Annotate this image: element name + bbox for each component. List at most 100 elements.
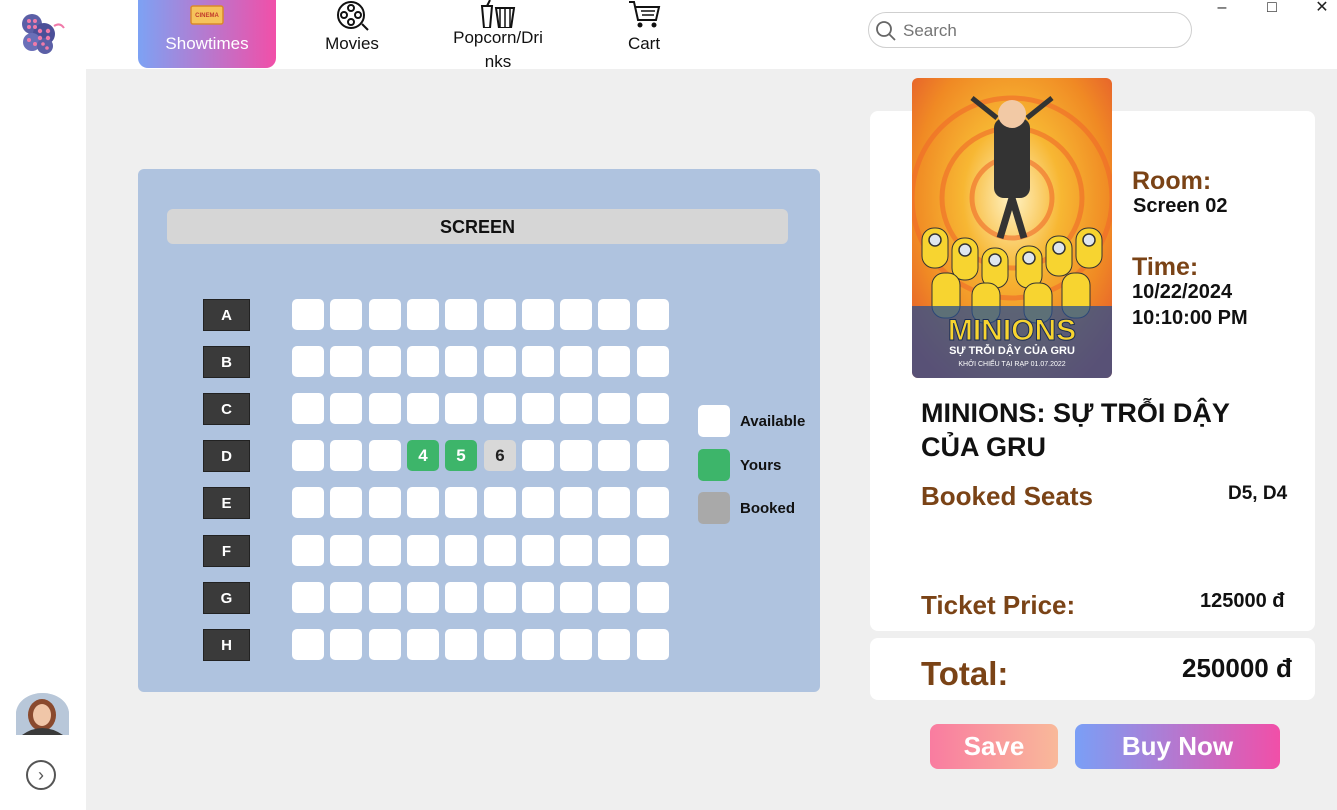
seat-b8[interactable]	[560, 346, 592, 377]
maximize-button[interactable]: □	[1262, 0, 1282, 18]
seat-d5[interactable]: 5	[445, 440, 477, 471]
seat-c9[interactable]	[598, 393, 630, 424]
chevron-right-circle-icon[interactable]: ›	[26, 760, 56, 790]
seat-g8[interactable]	[560, 582, 592, 613]
close-button[interactable]: ✕	[1312, 0, 1332, 18]
seat-d6[interactable]: 6	[484, 440, 516, 471]
seat-d3[interactable]	[369, 440, 401, 471]
seat-c1[interactable]	[292, 393, 324, 424]
seat-b3[interactable]	[369, 346, 401, 377]
seat-g3[interactable]	[369, 582, 401, 613]
seat-e8[interactable]	[560, 487, 592, 518]
seat-b7[interactable]	[522, 346, 554, 377]
seat-f7[interactable]	[522, 535, 554, 566]
seat-c3[interactable]	[369, 393, 401, 424]
seat-b10[interactable]	[637, 346, 669, 377]
seat-f9[interactable]	[598, 535, 630, 566]
seat-g9[interactable]	[598, 582, 630, 613]
seat-g7[interactable]	[522, 582, 554, 613]
movie-title: MINIONS: SỰ TRỖI DẬY CỦA GRU	[921, 398, 1230, 462]
user-avatar[interactable]	[16, 693, 69, 735]
seat-a10[interactable]	[637, 299, 669, 330]
seat-f8[interactable]	[560, 535, 592, 566]
seat-b4[interactable]	[407, 346, 439, 377]
seat-g2[interactable]	[330, 582, 362, 613]
seat-e6[interactable]	[484, 487, 516, 518]
save-button[interactable]: Save	[930, 724, 1058, 769]
seat-f10[interactable]	[637, 535, 669, 566]
seat-f5[interactable]	[445, 535, 477, 566]
seat-a1[interactable]	[292, 299, 324, 330]
search-input[interactable]	[901, 19, 1175, 43]
legend-available-swatch	[698, 405, 730, 437]
seat-f6[interactable]	[484, 535, 516, 566]
seat-a7[interactable]	[522, 299, 554, 330]
seat-c8[interactable]	[560, 393, 592, 424]
seat-h3[interactable]	[369, 629, 401, 660]
seat-h7[interactable]	[522, 629, 554, 660]
seat-a8[interactable]	[560, 299, 592, 330]
seat-e3[interactable]	[369, 487, 401, 518]
tab-label: Showtimes	[165, 34, 249, 53]
seat-f4[interactable]	[407, 535, 439, 566]
seat-h9[interactable]	[598, 629, 630, 660]
seat-g1[interactable]	[292, 582, 324, 613]
seat-e2[interactable]	[330, 487, 362, 518]
seat-h1[interactable]	[292, 629, 324, 660]
seat-b1[interactable]	[292, 346, 324, 377]
seat-a2[interactable]	[330, 299, 362, 330]
tab-label: Movies	[325, 34, 379, 53]
seat-c5[interactable]	[445, 393, 477, 424]
seat-c4[interactable]	[407, 393, 439, 424]
seat-h8[interactable]	[560, 629, 592, 660]
seat-h5[interactable]	[445, 629, 477, 660]
seat-d1[interactable]	[292, 440, 324, 471]
row-label-h: H	[203, 629, 250, 661]
seat-e9[interactable]	[598, 487, 630, 518]
seat-g4[interactable]	[407, 582, 439, 613]
seat-c7[interactable]	[522, 393, 554, 424]
seat-a4[interactable]	[407, 299, 439, 330]
seat-b6[interactable]	[484, 346, 516, 377]
seat-c2[interactable]	[330, 393, 362, 424]
seat-d8[interactable]	[560, 440, 592, 471]
tab-cart[interactable]: Cart	[590, 0, 698, 68]
tab-movies[interactable]: Movies	[300, 0, 404, 68]
seat-f3[interactable]	[369, 535, 401, 566]
tab-showtimes[interactable]: CINEMA Showtimes	[138, 0, 276, 68]
tab-popcorn-drinks[interactable]: Popcorn/Dri nks	[430, 0, 566, 71]
seat-e4[interactable]	[407, 487, 439, 518]
seat-d9[interactable]	[598, 440, 630, 471]
seat-a9[interactable]	[598, 299, 630, 330]
seat-g10[interactable]	[637, 582, 669, 613]
seat-b9[interactable]	[598, 346, 630, 377]
seat-d10[interactable]	[637, 440, 669, 471]
seat-h4[interactable]	[407, 629, 439, 660]
buy-now-button[interactable]: Buy Now	[1075, 724, 1280, 769]
search-box[interactable]	[868, 12, 1192, 48]
seat-c10[interactable]	[637, 393, 669, 424]
seat-e7[interactable]	[522, 487, 554, 518]
seat-f2[interactable]	[330, 535, 362, 566]
seat-b5[interactable]	[445, 346, 477, 377]
seat-f1[interactable]	[292, 535, 324, 566]
seat-d4[interactable]: 4	[407, 440, 439, 471]
seat-a5[interactable]	[445, 299, 477, 330]
seat-a3[interactable]	[369, 299, 401, 330]
seat-b2[interactable]	[330, 346, 362, 377]
total-label: Total:	[921, 655, 1009, 692]
seat-g5[interactable]	[445, 582, 477, 613]
row-label-g: G	[203, 582, 250, 614]
seat-h2[interactable]	[330, 629, 362, 660]
seat-g6[interactable]	[484, 582, 516, 613]
seat-h6[interactable]	[484, 629, 516, 660]
seat-e1[interactable]	[292, 487, 324, 518]
seat-e10[interactable]	[637, 487, 669, 518]
minimize-button[interactable]: –	[1212, 0, 1232, 18]
seat-d2[interactable]	[330, 440, 362, 471]
seat-h10[interactable]	[637, 629, 669, 660]
seat-c6[interactable]	[484, 393, 516, 424]
seat-a6[interactable]	[484, 299, 516, 330]
seat-d7[interactable]	[522, 440, 554, 471]
seat-e5[interactable]	[445, 487, 477, 518]
